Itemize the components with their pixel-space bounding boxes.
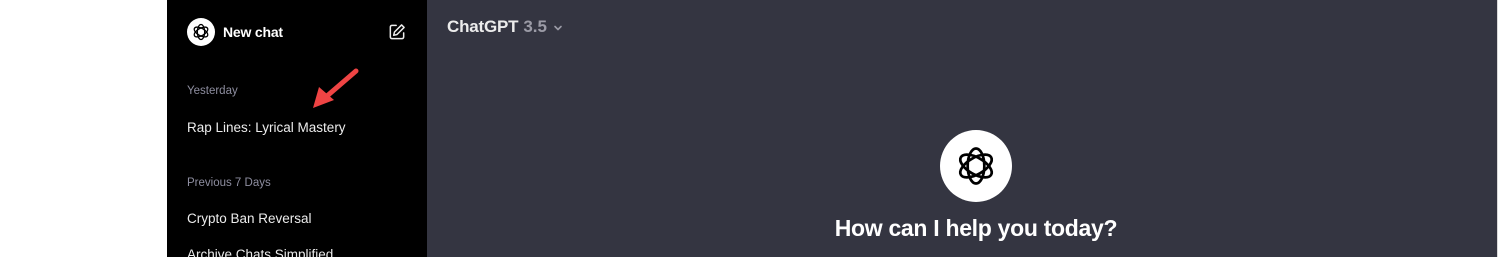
sidebar: New chat Yesterday Rap Lines: Lyrical Ma… bbox=[167, 0, 427, 257]
chat-item[interactable]: Crypto Ban Reversal bbox=[179, 206, 409, 232]
red-arrow-annotation bbox=[313, 68, 359, 108]
section-label-previous-7-days: Previous 7 Days bbox=[187, 177, 271, 189]
model-name: ChatGPT bbox=[447, 17, 519, 36]
screenshot: New chat Yesterday Rap Lines: Lyrical Ma… bbox=[0, 0, 1505, 257]
greeting-heading: How can I help you today? bbox=[834, 215, 1118, 241]
scrollbar-edge bbox=[1497, 0, 1498, 257]
chevron-down-icon bbox=[554, 25, 562, 31]
new-chat-label: New chat bbox=[223, 24, 283, 40]
chat-main-area: ChatGPT 3.5 How can I help you today? bbox=[427, 0, 1497, 257]
section-label-yesterday: Yesterday bbox=[187, 85, 238, 97]
model-selector[interactable]: ChatGPT 3.5 bbox=[439, 13, 572, 41]
model-version: 3.5 bbox=[523, 17, 547, 36]
chat-item[interactable]: Rap Lines: Lyrical Mastery bbox=[179, 115, 409, 141]
left-blank-area bbox=[0, 0, 167, 257]
edit-icon[interactable] bbox=[387, 22, 407, 42]
new-chat-button[interactable]: New chat bbox=[179, 14, 409, 50]
openai-logo-icon bbox=[187, 18, 215, 46]
scrollbar-track[interactable] bbox=[1497, 0, 1505, 257]
chat-item[interactable]: Archive Chats Simplified bbox=[179, 242, 409, 257]
openai-logo-icon bbox=[940, 130, 1012, 202]
